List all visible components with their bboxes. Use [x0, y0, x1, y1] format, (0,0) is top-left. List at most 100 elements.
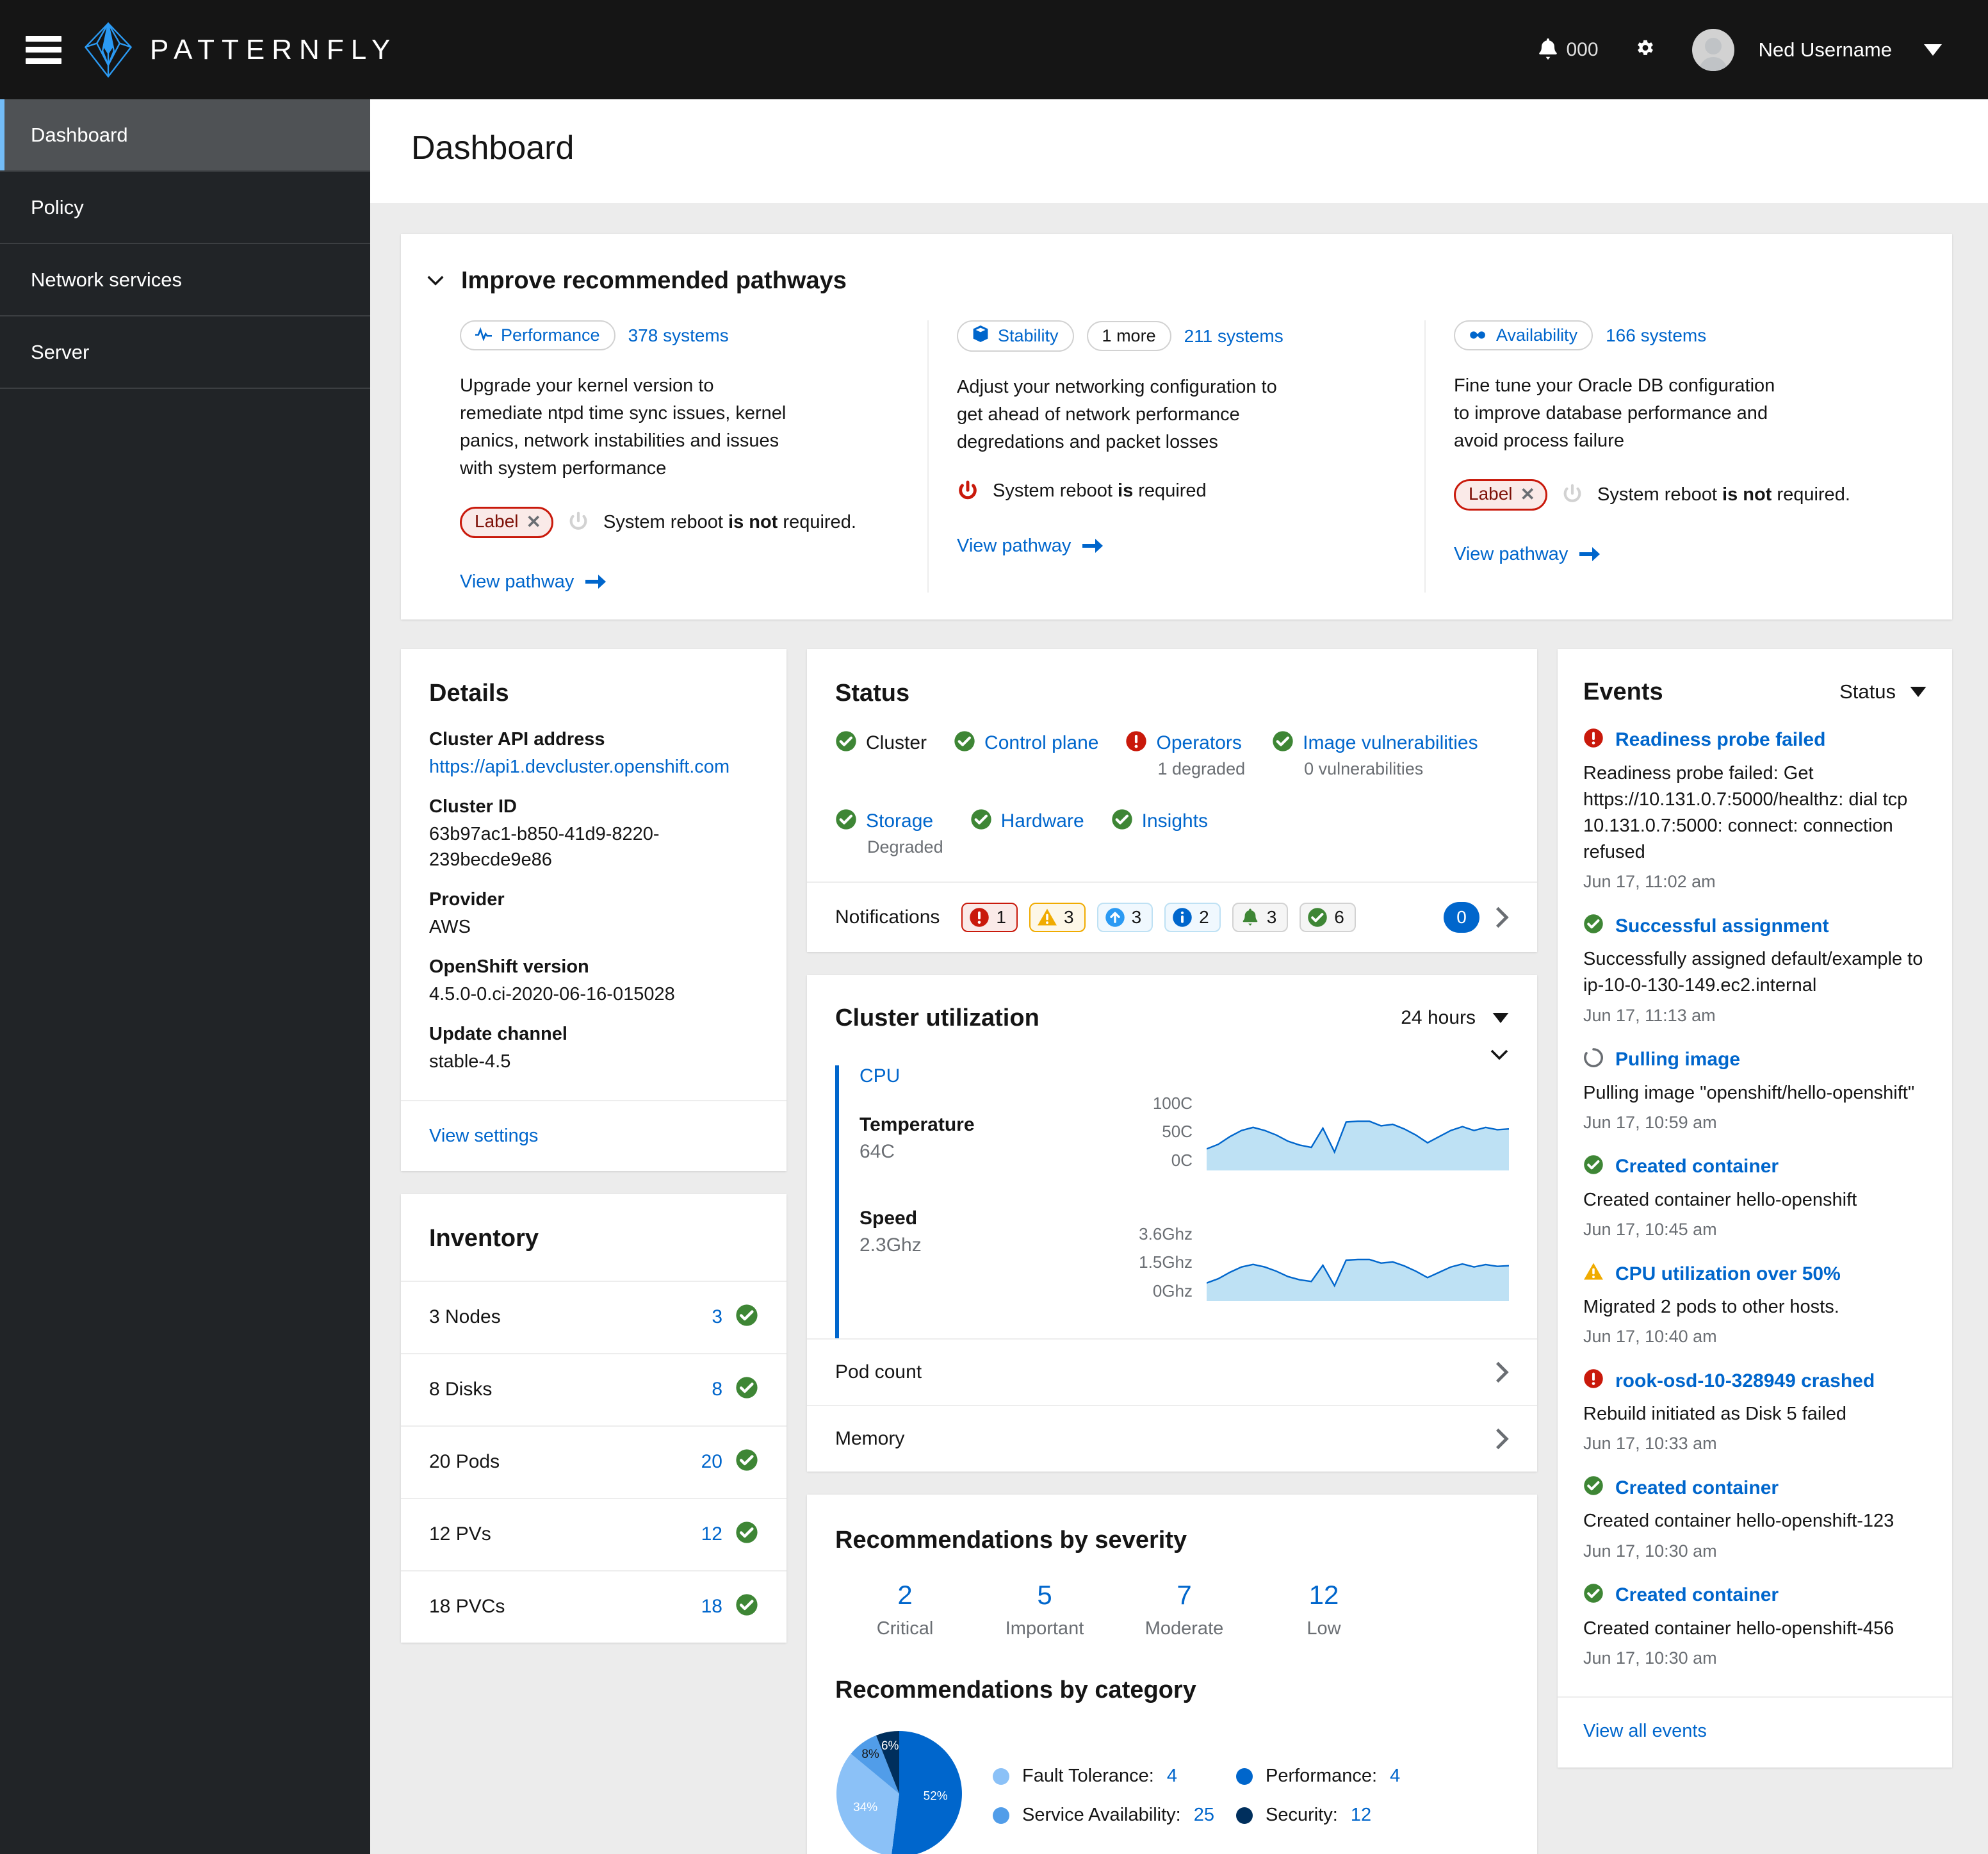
- status-item-label[interactable]: Image vulnerabilities: [1303, 732, 1478, 754]
- label-chip[interactable]: Label ✕: [1454, 479, 1547, 511]
- legend-item: Fault Tolerance: 4: [993, 1766, 1236, 1787]
- event-item[interactable]: rook-osd-10-328949 crashed Rebuild initia…: [1583, 1368, 1927, 1454]
- chevron-down-icon[interactable]: [427, 275, 444, 286]
- event-item[interactable]: Readiness probe failed Readiness probe fa…: [1583, 728, 1927, 892]
- event-item[interactable]: Created container Created container hello…: [1583, 1475, 1927, 1561]
- status-item[interactable]: Image vulnerabilities 0 vulnerabilities: [1272, 730, 1478, 779]
- notification-chip[interactable]: 6: [1300, 902, 1356, 932]
- severity-count[interactable]: 5: [975, 1580, 1114, 1611]
- time-range-select[interactable]: 24 hours: [1401, 1007, 1509, 1029]
- status-item[interactable]: Storage Degraded: [835, 808, 943, 857]
- cluster-api-address-link[interactable]: https://api1.devcluster.openshift.com: [429, 754, 758, 780]
- label-chip[interactable]: Label ✕: [460, 506, 553, 538]
- event-title[interactable]: Successful assignment: [1615, 915, 1829, 937]
- inventory-row[interactable]: 18 PVCs 18: [401, 1570, 786, 1643]
- event-title[interactable]: Created container: [1615, 1477, 1779, 1499]
- label-chip-text: Label: [1469, 484, 1513, 504]
- detail-label: OpenShift version: [429, 956, 589, 977]
- severity-count[interactable]: 12: [1254, 1580, 1394, 1611]
- notification-chip[interactable]: 1: [961, 902, 1018, 932]
- severity-count[interactable]: 2: [835, 1580, 975, 1611]
- event-title[interactable]: Readiness probe failed: [1615, 729, 1825, 751]
- notification-chip[interactable]: 2: [1164, 902, 1221, 932]
- inventory-row-count[interactable]: 12: [701, 1523, 722, 1545]
- event-item[interactable]: Successful assignment Successfully assign…: [1583, 914, 1927, 1025]
- sidebar-item-policy[interactable]: Policy: [0, 172, 370, 244]
- event-title[interactable]: Created container: [1615, 1584, 1779, 1606]
- notification-chip[interactable]: 3: [1232, 902, 1289, 932]
- inventory-row-count[interactable]: 18: [701, 1596, 722, 1618]
- status-item-label[interactable]: Insights: [1142, 810, 1208, 832]
- status-item-label[interactable]: Storage: [866, 810, 933, 832]
- view-all-events-link[interactable]: View all events: [1583, 1721, 1707, 1741]
- reboot-suffix: required.: [1772, 484, 1850, 505]
- pathway-systems-link[interactable]: 211 systems: [1184, 326, 1283, 347]
- legend-value: 12: [1350, 1805, 1372, 1826]
- severity-item[interactable]: 12 Low: [1254, 1580, 1394, 1639]
- pod-count-row[interactable]: Pod count: [807, 1338, 1537, 1405]
- severity-item[interactable]: 5 Important: [975, 1580, 1114, 1639]
- severity-item[interactable]: 2 Critical: [835, 1580, 975, 1639]
- status-item-label[interactable]: Hardware: [1001, 810, 1084, 832]
- event-title[interactable]: rook-osd-10-328949 crashed: [1615, 1370, 1875, 1392]
- cpu-tab[interactable]: CPU: [860, 1065, 900, 1087]
- status-item-label[interactable]: Control plane: [984, 732, 1098, 754]
- sidebar-item-dashboard[interactable]: Dashboard: [0, 99, 370, 172]
- pathway-tag[interactable]: Availability: [1454, 320, 1593, 350]
- sidebar-item-server[interactable]: Server: [0, 316, 370, 389]
- expand-all-chevron-icon[interactable]: [1490, 1045, 1509, 1065]
- inventory-row[interactable]: 20 Pods 20: [401, 1425, 786, 1498]
- user-menu[interactable]: Ned Username: [1674, 0, 1960, 99]
- sidebar-item-network-services[interactable]: Network services: [0, 244, 370, 316]
- pathway-systems-link[interactable]: 166 systems: [1606, 325, 1706, 346]
- settings-button[interactable]: [1617, 0, 1674, 99]
- chevron-right-icon[interactable]: [1495, 1361, 1509, 1383]
- notification-chip[interactable]: 3: [1096, 902, 1153, 932]
- status-item[interactable]: Operators 1 degraded: [1125, 730, 1245, 779]
- pathways-title: Improve recommended pathways: [461, 267, 847, 294]
- pathway-more-tag[interactable]: 1 more: [1086, 321, 1171, 351]
- status-item[interactable]: Insights: [1111, 808, 1208, 857]
- chevron-right-icon[interactable]: [1495, 1428, 1509, 1450]
- event-item[interactable]: Created container Created container hello…: [1583, 1154, 1927, 1240]
- event-title[interactable]: CPU utilization over 50%: [1615, 1263, 1841, 1285]
- reboot-strong: is: [1118, 480, 1134, 502]
- status-item-label[interactable]: Operators: [1156, 732, 1241, 754]
- event-item[interactable]: Pulling image Pulling image "openshift/he…: [1583, 1047, 1927, 1133]
- view-pathway-link[interactable]: View pathway: [957, 536, 1104, 557]
- events-status-filter[interactable]: Status: [1839, 680, 1927, 703]
- severity-count[interactable]: 7: [1114, 1580, 1254, 1611]
- memory-row[interactable]: Memory: [807, 1404, 1537, 1472]
- close-icon[interactable]: ✕: [1515, 484, 1535, 505]
- status-item[interactable]: Hardware: [970, 808, 1084, 857]
- pathway-systems-link[interactable]: 378 systems: [628, 325, 729, 346]
- chevron-right-icon[interactable]: [1495, 906, 1509, 928]
- status-item[interactable]: Control plane: [954, 730, 1098, 779]
- view-pathway-link[interactable]: View pathway: [460, 571, 607, 593]
- pathway-tag[interactable]: Performance: [460, 320, 615, 350]
- recommended-pathways-card: Improve recommended pathways Performance: [401, 234, 1952, 619]
- inventory-row[interactable]: 3 Nodes 3: [401, 1280, 786, 1353]
- inventory-row[interactable]: 8 Disks 8: [401, 1352, 786, 1425]
- time-range-value: 24 hours: [1401, 1007, 1476, 1029]
- view-pathway-link[interactable]: View pathway: [1454, 544, 1601, 565]
- event-item[interactable]: CPU utilization over 50% Migrated 2 pods …: [1583, 1261, 1927, 1347]
- brand[interactable]: PATTERNFLY: [83, 22, 397, 78]
- notifications-badge[interactable]: 0: [1444, 901, 1479, 933]
- status-icon: [735, 1304, 758, 1331]
- close-icon[interactable]: ✕: [521, 511, 541, 532]
- hamburger-icon[interactable]: [26, 35, 61, 64]
- view-settings-link[interactable]: View settings: [429, 1126, 538, 1146]
- inventory-row-count[interactable]: 8: [712, 1379, 722, 1400]
- severity-item[interactable]: 7 Moderate: [1114, 1580, 1254, 1639]
- notification-chip[interactable]: 3: [1029, 902, 1086, 932]
- event-item[interactable]: Created container Created container hello…: [1583, 1583, 1927, 1668]
- detail-label: Cluster API address: [429, 728, 605, 750]
- pathway-tag[interactable]: Stability: [957, 320, 1074, 352]
- notifications-button[interactable]: 000: [1520, 0, 1616, 99]
- inventory-row-count[interactable]: 20: [701, 1451, 722, 1473]
- inventory-row[interactable]: 12 PVs 12: [401, 1497, 786, 1570]
- inventory-row-count[interactable]: 3: [712, 1306, 722, 1328]
- event-title[interactable]: Created container: [1615, 1156, 1779, 1177]
- event-title[interactable]: Pulling image: [1615, 1049, 1740, 1071]
